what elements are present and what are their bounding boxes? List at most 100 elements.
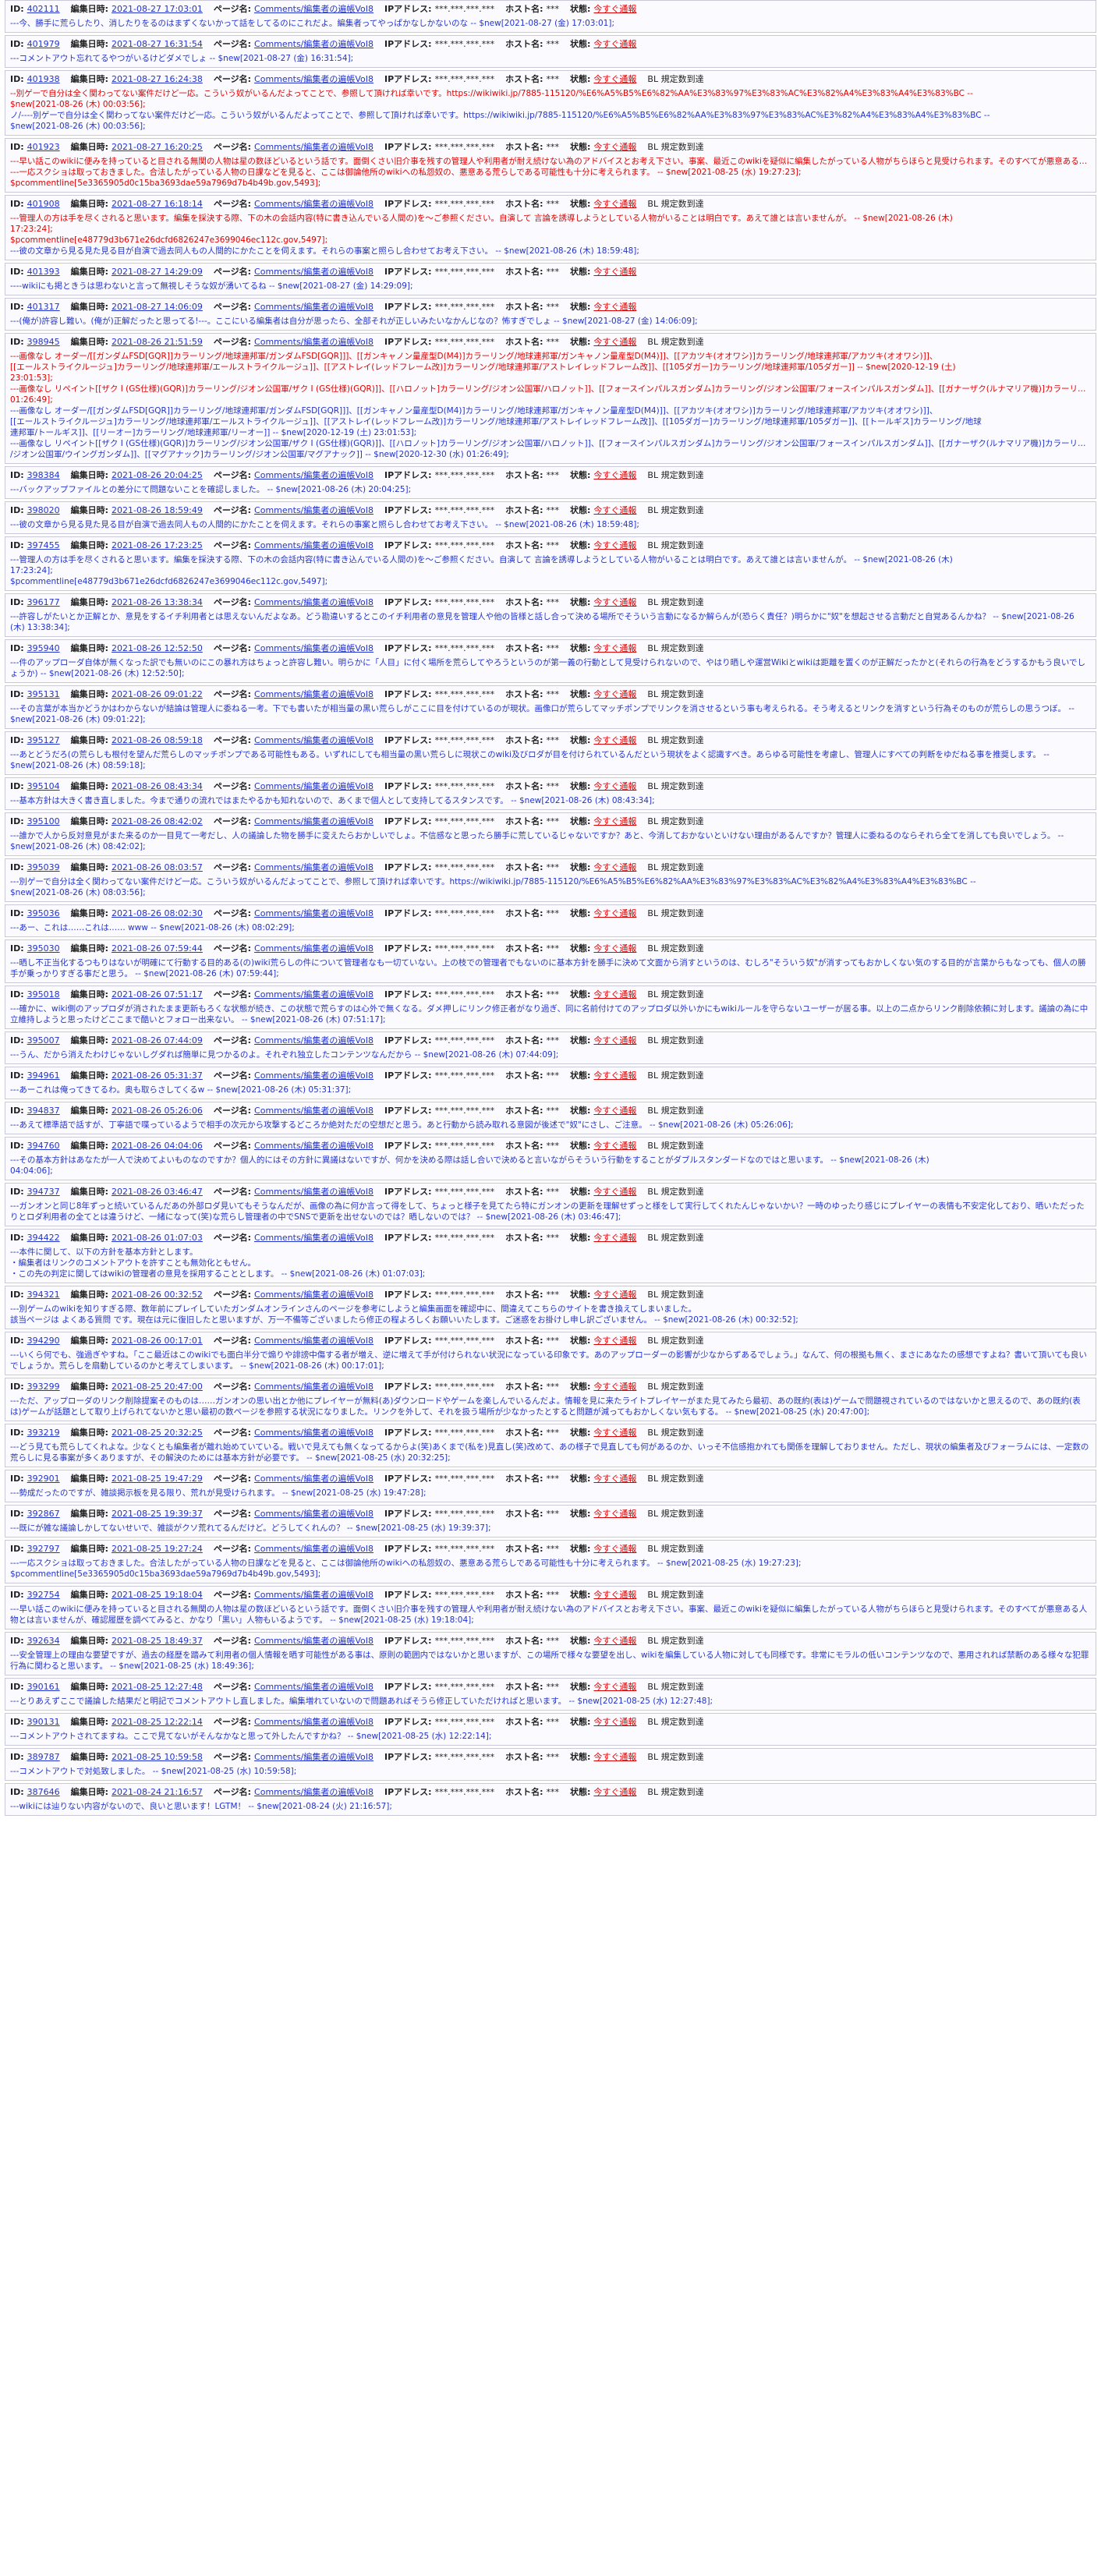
entry-date-link[interactable]: 2021-08-26 03:46:47 (112, 1187, 203, 1197)
entry-id-link[interactable]: 394321 (27, 1290, 60, 1300)
report-link[interactable]: 今すぐ通報 (593, 1141, 636, 1151)
report-link[interactable]: 今すぐ通報 (593, 862, 636, 872)
report-link[interactable]: 今すぐ通報 (593, 1787, 636, 1797)
report-link[interactable]: 今すぐ通報 (593, 1509, 636, 1519)
entry-page-link[interactable]: Comments/編集者の遍帳VoI8 (254, 470, 373, 480)
entry-date-link[interactable]: 2021-08-26 13:38:34 (112, 597, 203, 607)
report-link[interactable]: 今すぐ通報 (593, 1233, 636, 1243)
entry-page-link[interactable]: Comments/編集者の遍帳VoI8 (254, 199, 373, 209)
entry-id-link[interactable]: 394961 (27, 1070, 60, 1081)
report-link[interactable]: 今すぐ通報 (593, 597, 636, 607)
entry-id-link[interactable]: 394760 (27, 1141, 60, 1151)
report-link[interactable]: 今すぐ通報 (593, 689, 636, 699)
entry-page-link[interactable]: Comments/編集者の遍帳VoI8 (254, 943, 373, 954)
report-link[interactable]: 今すぐ通報 (593, 470, 636, 480)
entry-page-link[interactable]: Comments/編集者の遍帳VoI8 (254, 1752, 373, 1762)
entry-id-link[interactable]: 401938 (27, 74, 60, 84)
entry-page-link[interactable]: Comments/編集者の遍帳VoI8 (254, 1336, 373, 1346)
entry-id-link[interactable]: 395039 (27, 862, 60, 872)
entry-id-link[interactable]: 390161 (27, 1682, 60, 1692)
entry-date-link[interactable]: 2021-08-26 08:42:02 (112, 816, 203, 826)
entry-page-link[interactable]: Comments/編集者の遍帳VoI8 (254, 781, 373, 791)
entry-date-link[interactable]: 2021-08-26 05:26:06 (112, 1106, 203, 1116)
entry-page-link[interactable]: Comments/編集者の遍帳VoI8 (254, 1474, 373, 1484)
entry-id-link[interactable]: 393299 (27, 1382, 60, 1392)
entry-page-link[interactable]: Comments/編集者の遍帳VoI8 (254, 908, 373, 918)
entry-date-link[interactable]: 2021-08-25 12:27:48 (112, 1682, 203, 1692)
entry-page-link[interactable]: Comments/編集者の遍帳VoI8 (254, 337, 373, 347)
entry-date-link[interactable]: 2021-08-25 19:18:04 (112, 1590, 203, 1600)
entry-id-link[interactable]: 392867 (27, 1509, 60, 1519)
entry-page-link[interactable]: Comments/編集者の遍帳VoI8 (254, 1382, 373, 1392)
entry-page-link[interactable]: Comments/編集者の遍帳VoI8 (254, 1290, 373, 1300)
entry-page-link[interactable]: Comments/編集者の遍帳VoI8 (254, 267, 373, 277)
entry-date-link[interactable]: 2021-08-26 08:43:34 (112, 781, 203, 791)
report-link[interactable]: 今すぐ通報 (593, 540, 636, 550)
entry-date-link[interactable]: 2021-08-26 04:04:06 (112, 1141, 203, 1151)
entry-page-link[interactable]: Comments/編集者の遍帳VoI8 (254, 1035, 373, 1046)
report-link[interactable]: 今すぐ通報 (593, 1336, 636, 1346)
entry-page-link[interactable]: Comments/編集者の遍帳VoI8 (254, 74, 373, 84)
report-link[interactable]: 今すぐ通報 (593, 1106, 636, 1116)
report-link[interactable]: 今すぐ通報 (593, 735, 636, 745)
report-link[interactable]: 今すぐ通報 (593, 1187, 636, 1197)
entry-page-link[interactable]: Comments/編集者の遍帳VoI8 (254, 1544, 373, 1554)
entry-date-link[interactable]: 2021-08-26 00:32:52 (112, 1290, 203, 1300)
entry-page-link[interactable]: Comments/編集者の遍帳VoI8 (254, 862, 373, 872)
entry-date-link[interactable]: 2021-08-26 08:02:30 (112, 908, 203, 918)
report-link[interactable]: 今すぐ通報 (593, 4, 636, 14)
entry-id-link[interactable]: 395030 (27, 943, 60, 954)
entry-id-link[interactable]: 394422 (27, 1233, 60, 1243)
report-link[interactable]: 今すぐ通報 (593, 943, 636, 954)
entry-id-link[interactable]: 395104 (27, 781, 60, 791)
entry-date-link[interactable]: 2021-08-25 12:22:14 (112, 1717, 203, 1727)
entry-date-link[interactable]: 2021-08-27 16:20:25 (112, 142, 203, 152)
entry-page-link[interactable]: Comments/編集者の遍帳VoI8 (254, 1509, 373, 1519)
report-link[interactable]: 今すぐ通報 (593, 1544, 636, 1554)
report-link[interactable]: 今すぐ通報 (593, 142, 636, 152)
entry-date-link[interactable]: 2021-08-25 19:47:29 (112, 1474, 203, 1484)
entry-date-link[interactable]: 2021-08-26 07:44:09 (112, 1035, 203, 1046)
entry-id-link[interactable]: 401979 (27, 39, 60, 49)
entry-page-link[interactable]: Comments/編集者の遍帳VoI8 (254, 505, 373, 515)
entry-date-link[interactable]: 2021-08-27 14:06:09 (112, 302, 203, 312)
entry-page-link[interactable]: Comments/編集者の遍帳VoI8 (254, 1141, 373, 1151)
entry-id-link[interactable]: 392754 (27, 1590, 60, 1600)
entry-date-link[interactable]: 2021-08-25 19:27:24 (112, 1544, 203, 1554)
entry-date-link[interactable]: 2021-08-26 09:01:22 (112, 689, 203, 699)
entry-page-link[interactable]: Comments/編集者の遍帳VoI8 (254, 1787, 373, 1797)
report-link[interactable]: 今すぐ通報 (593, 337, 636, 347)
entry-page-link[interactable]: Comments/編集者の遍帳VoI8 (254, 643, 373, 653)
entry-id-link[interactable]: 396177 (27, 597, 60, 607)
entry-id-link[interactable]: 402111 (27, 4, 60, 14)
entry-page-link[interactable]: Comments/編集者の遍帳VoI8 (254, 1187, 373, 1197)
entry-id-link[interactable]: 393219 (27, 1428, 60, 1438)
entry-page-link[interactable]: Comments/編集者の遍帳VoI8 (254, 302, 373, 312)
report-link[interactable]: 今すぐ通報 (593, 199, 636, 209)
entry-id-link[interactable]: 392797 (27, 1544, 60, 1554)
entry-page-link[interactable]: Comments/編集者の遍帳VoI8 (254, 540, 373, 550)
entry-id-link[interactable]: 392634 (27, 1636, 60, 1646)
entry-id-link[interactable]: 395036 (27, 908, 60, 918)
report-link[interactable]: 今すぐ通報 (593, 1717, 636, 1727)
entry-date-link[interactable]: 2021-08-26 21:51:59 (112, 337, 203, 347)
entry-date-link[interactable]: 2021-08-26 05:31:37 (112, 1070, 203, 1081)
report-link[interactable]: 今すぐ通報 (593, 1474, 636, 1484)
entry-id-link[interactable]: 397455 (27, 540, 60, 550)
report-link[interactable]: 今すぐ通報 (593, 1428, 636, 1438)
entry-page-link[interactable]: Comments/編集者の遍帳VoI8 (254, 816, 373, 826)
entry-page-link[interactable]: Comments/編集者の遍帳VoI8 (254, 39, 373, 49)
entry-id-link[interactable]: 401317 (27, 302, 60, 312)
entry-id-link[interactable]: 398945 (27, 337, 60, 347)
report-link[interactable]: 今すぐ通報 (593, 1590, 636, 1600)
entry-page-link[interactable]: Comments/編集者の遍帳VoI8 (254, 4, 373, 14)
entry-id-link[interactable]: 395007 (27, 1035, 60, 1046)
entry-date-link[interactable]: 2021-08-27 14:29:09 (112, 267, 203, 277)
report-link[interactable]: 今すぐ通報 (593, 267, 636, 277)
entry-page-link[interactable]: Comments/編集者の遍帳VoI8 (254, 597, 373, 607)
entry-id-link[interactable]: 394737 (27, 1187, 60, 1197)
entry-page-link[interactable]: Comments/編集者の遍帳VoI8 (254, 1590, 373, 1600)
entry-id-link[interactable]: 394290 (27, 1336, 60, 1346)
report-link[interactable]: 今すぐ通報 (593, 1382, 636, 1392)
entry-page-link[interactable]: Comments/編集者の遍帳VoI8 (254, 1070, 373, 1081)
